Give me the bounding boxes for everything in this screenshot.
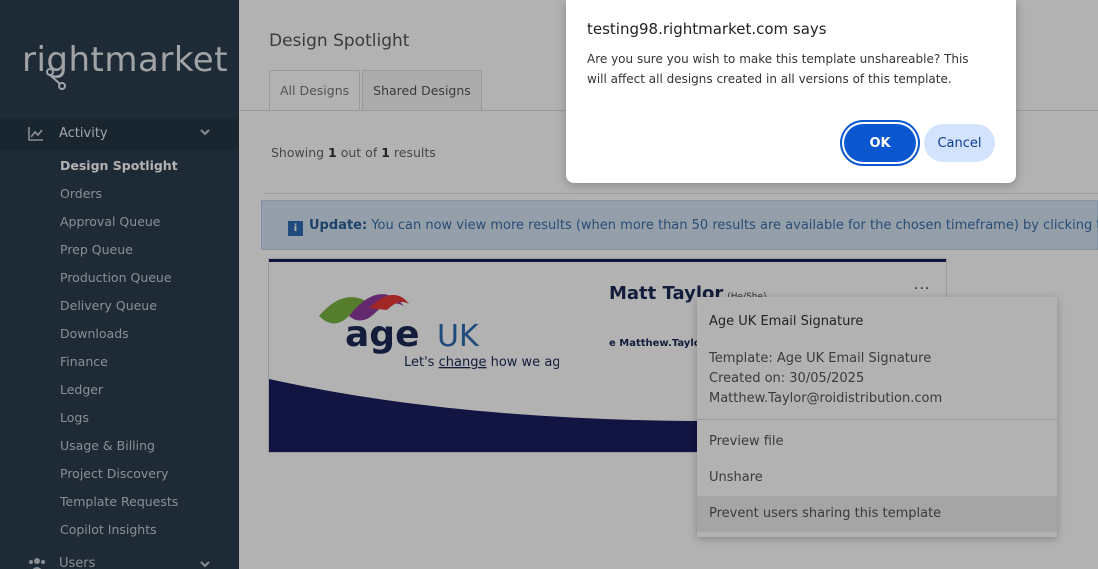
ok-button[interactable]: OK [844, 124, 916, 162]
dialog-title: testing98.rightmarket.com says [587, 20, 827, 38]
cancel-button[interactable]: Cancel [924, 124, 995, 162]
dialog-message: Are you sure you wish to make this templ… [587, 52, 969, 86]
confirm-dialog: testing98.rightmarket.com says Are you s… [566, 0, 1016, 183]
